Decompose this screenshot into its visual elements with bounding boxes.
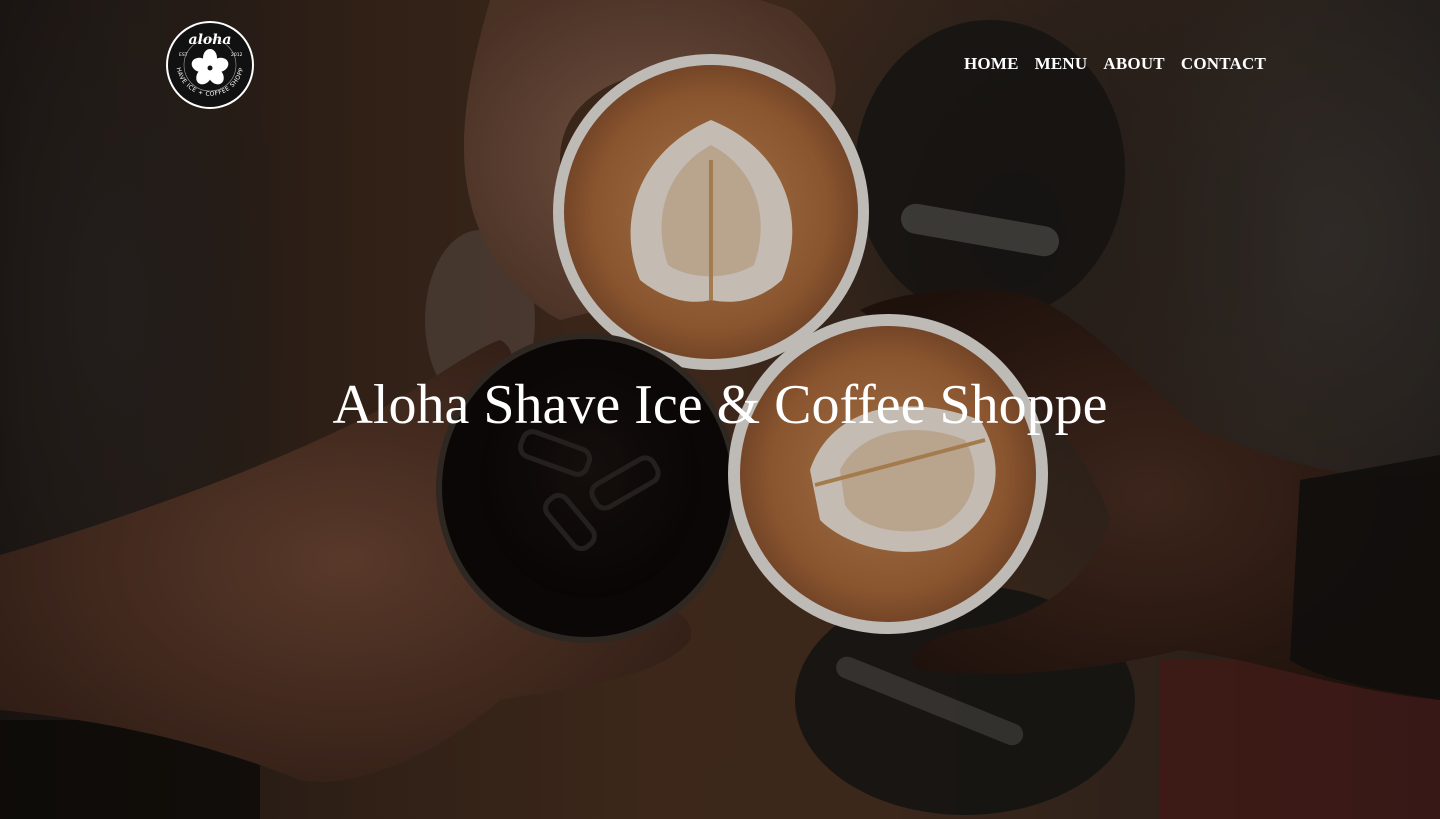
main-nav: HOME MENU ABOUT CONTACT	[964, 54, 1266, 74]
nav-home-link[interactable]: HOME	[964, 54, 1019, 74]
logo-year: 2012	[231, 52, 243, 58]
nav-contact-link[interactable]: CONTACT	[1181, 54, 1266, 74]
logo-wordmark: aloha	[189, 32, 232, 48]
nav-about-link[interactable]: ABOUT	[1103, 54, 1164, 74]
nav-menu-link[interactable]: MENU	[1035, 54, 1088, 74]
hero-title: Aloha Shave Ice & Coffee Shoppe	[332, 374, 1108, 436]
aloha-logo[interactable]: aloha EST 2012 SHAVE ICE + COFFEE SHOPPE	[165, 20, 255, 110]
hero-section: aloha EST 2012 SHAVE ICE + COFFEE SHOPPE…	[0, 0, 1440, 819]
logo-est: EST	[179, 52, 188, 58]
